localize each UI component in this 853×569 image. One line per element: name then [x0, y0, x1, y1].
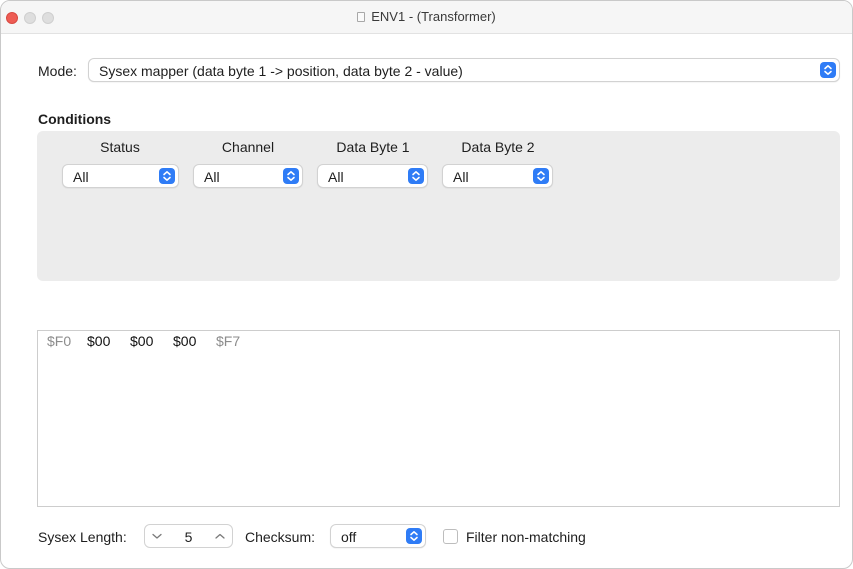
sysex-byte-3[interactable]: $00: [173, 333, 196, 349]
data-byte-1-value: All: [328, 169, 344, 185]
data-byte-1-popup[interactable]: All: [317, 164, 428, 188]
filter-non-matching-checkbox[interactable]: [443, 529, 458, 544]
mode-label: Mode:: [38, 63, 77, 79]
status-popup[interactable]: All: [62, 164, 179, 188]
sysex-byte-start[interactable]: $F0: [47, 333, 71, 349]
mode-popup-arrows-icon: [820, 62, 836, 78]
document-icon: [357, 12, 366, 22]
data-byte-2-popup-arrows-icon: [533, 168, 549, 184]
sysex-length-stepper[interactable]: 5: [144, 524, 233, 548]
channel-popup-arrows-icon: [283, 168, 299, 184]
channel-value: All: [204, 169, 220, 185]
sysex-length-label: Sysex Length:: [38, 529, 127, 545]
status-value: All: [73, 169, 89, 185]
channel-column-header: Channel: [221, 139, 275, 155]
checksum-label: Checksum:: [245, 529, 316, 545]
data-byte-1-popup-arrows-icon: [408, 168, 424, 184]
sysex-byte-end[interactable]: $F7: [216, 333, 240, 349]
channel-popup[interactable]: All: [193, 164, 303, 188]
sysex-byte-2[interactable]: $00: [130, 333, 153, 349]
title-bar[interactable]: ENV1 - (Transformer): [1, 1, 852, 34]
status-column-header: Status: [100, 139, 140, 155]
conditions-heading: Conditions: [38, 111, 112, 127]
filter-non-matching-label[interactable]: Filter non-matching: [466, 529, 586, 545]
mode-popup[interactable]: Sysex mapper (data byte 1 -> position, d…: [88, 58, 840, 82]
sysex-bytes-view[interactable]: [37, 330, 840, 507]
sysex-byte-1[interactable]: $00: [87, 333, 110, 349]
mode-value: Sysex mapper (data byte 1 -> position, d…: [99, 63, 463, 79]
data-byte-2-column-header: Data Byte 2: [461, 139, 535, 155]
data-byte-2-popup[interactable]: All: [442, 164, 553, 188]
chevron-up-icon[interactable]: [212, 528, 228, 544]
transformer-window: ENV1 - (Transformer) Mode: Sysex mapper …: [0, 0, 853, 569]
window-title-wrap: ENV1 - (Transformer): [1, 9, 852, 24]
checksum-popup[interactable]: off: [330, 524, 426, 548]
data-byte-2-value: All: [453, 169, 469, 185]
window-title: ENV1 - (Transformer): [371, 9, 496, 24]
checksum-popup-arrows-icon: [406, 528, 422, 544]
checksum-value: off: [341, 529, 357, 545]
data-byte-1-column-header: Data Byte 1: [336, 139, 410, 155]
status-popup-arrows-icon: [159, 168, 175, 184]
